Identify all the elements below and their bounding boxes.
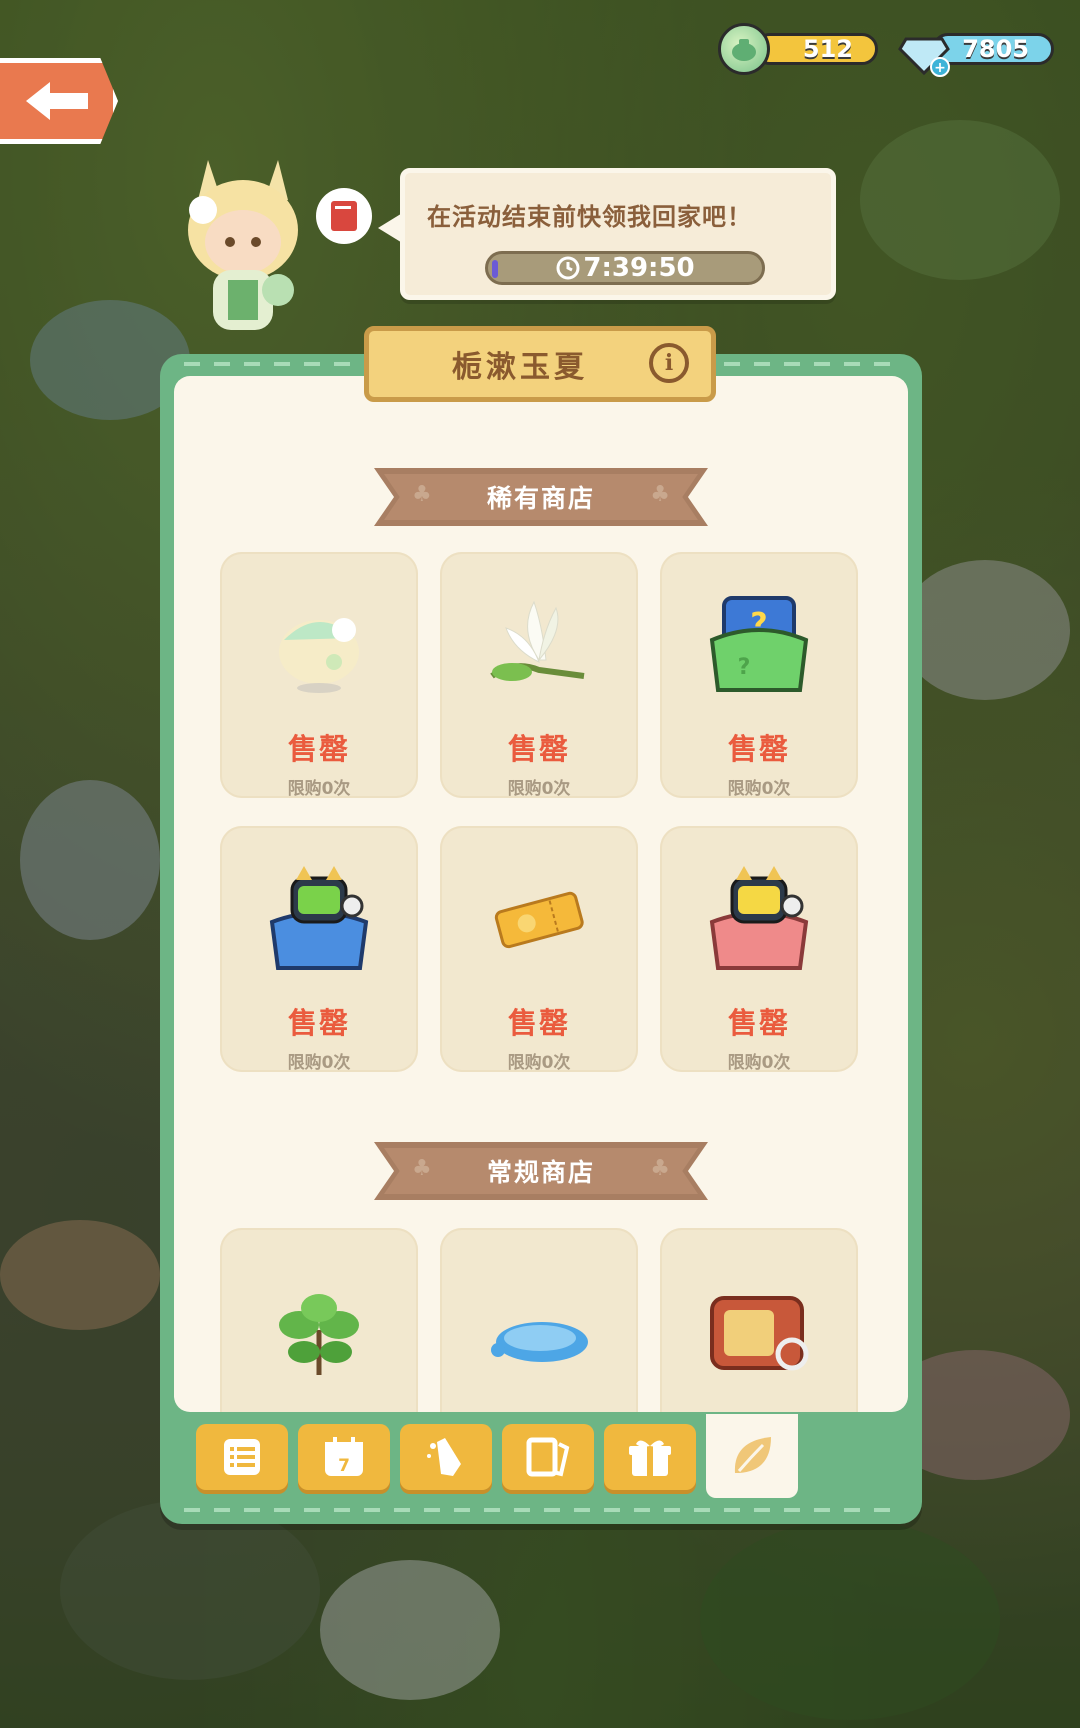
rare-shop-grid: 售罄 限购0次 售罄 限购0次 ? ? 售罄 限购0次 售罄 限购0次 售罄 限… (220, 552, 858, 1073)
tab-list[interactable] (196, 1424, 288, 1490)
gold-ticket-icon (494, 891, 584, 949)
regular-shop-banner: ♣ 常规商店 ♣ (374, 1142, 708, 1200)
book-icon[interactable] (316, 188, 372, 244)
purchase-limit: 限购0次 (287, 1053, 351, 1073)
tab-interact[interactable] (400, 1424, 492, 1490)
regular-shop-title: 常规商店 (486, 1158, 595, 1187)
shop-item-card[interactable]: 售罄 限购0次 (220, 826, 418, 1073)
hand-pointer-icon (427, 1438, 461, 1476)
list-icon (224, 1439, 260, 1475)
sold-out-label: 售罄 (287, 732, 350, 766)
robot-cat-bag-red-icon (709, 866, 809, 970)
shop-item-card[interactable]: 售罄 限购0次 (440, 826, 638, 1073)
back-arrow-icon (25, 82, 88, 120)
coin-counter[interactable]: 512 (718, 23, 880, 75)
event-shop-panel: ♣ 稀有商店 ♣ 售罄 限购0次 售罄 限购0次 ? ? 售罄 限购0次 售罄 … (160, 354, 922, 1524)
gift-box-icon (629, 1440, 671, 1476)
coin-amount: 512 (754, 33, 878, 65)
photo-frame-icon (526, 1437, 570, 1477)
mystery-bag-icon: ? ? (709, 596, 809, 692)
robot-cat-bag-blue-icon (269, 866, 369, 970)
regular-shop-grid (220, 1228, 858, 1412)
gardenia-flower-icon (490, 600, 585, 681)
rare-shop-banner: ♣ 稀有商店 ♣ (374, 468, 708, 526)
shop-scroll-area[interactable]: ♣ 稀有商店 ♣ 售罄 限购0次 售罄 限购0次 ? ? 售罄 限购0次 售罄 … (174, 376, 908, 1412)
gem-counter[interactable]: 7805 + (896, 28, 1056, 77)
shop-item-card[interactable]: 售罄 限购0次 (660, 826, 858, 1073)
sold-out-label: 售罄 (287, 1006, 350, 1040)
character-avatar (168, 150, 318, 350)
shop-tab-bar: 7 (196, 1414, 798, 1498)
calendar-badge: 7 (338, 1456, 350, 1476)
rare-shop-title: 稀有商店 (486, 484, 595, 513)
tab-leaf[interactable] (706, 1414, 798, 1498)
shop-item-card[interactable]: ? ? 售罄 限购0次 (660, 552, 858, 799)
radio-box-icon (710, 1296, 809, 1371)
svg-text:?: ? (738, 655, 751, 680)
tab-frames[interactable] (502, 1424, 594, 1490)
tab-calendar[interactable]: 7 (298, 1424, 390, 1490)
shop-item-card[interactable] (440, 1228, 638, 1412)
back-button[interactable] (0, 58, 118, 144)
timer-text: 7:39:50 (583, 253, 695, 283)
diamond-gem-icon: + (896, 23, 950, 77)
purchase-limit: 限购0次 (287, 779, 351, 799)
svg-text:+: + (934, 60, 946, 76)
leafy-plant-icon (279, 1294, 359, 1375)
panel-title-plate: 栀漱玉夏 i (364, 326, 716, 402)
purchase-limit: 限购0次 (727, 779, 791, 799)
sold-out-label: 售罄 (507, 732, 570, 766)
purchase-limit: 限购0次 (507, 1053, 571, 1073)
purchase-limit: 限购0次 (727, 1053, 791, 1073)
sold-out-label: 售罄 (727, 732, 790, 766)
panel-title: 栀漱玉夏 (452, 350, 588, 385)
shop-item-card[interactable] (660, 1228, 858, 1412)
event-timer: 7:39:50 (485, 251, 765, 285)
tab-gifts[interactable] (604, 1424, 696, 1490)
shop-item-card[interactable] (220, 1228, 418, 1412)
shop-item-card[interactable]: 售罄 限购0次 (220, 552, 418, 799)
purchase-limit: 限购0次 (507, 779, 571, 799)
speech-bubble: 在活动结束前快领我回家吧！ 7:39:50 (400, 168, 836, 300)
calendar-icon: 7 (325, 1437, 363, 1476)
sold-out-label: 售罄 (507, 1006, 570, 1040)
info-icon[interactable]: i (649, 343, 689, 383)
flower-bun-icon (279, 618, 359, 693)
teapot-coin-icon (718, 23, 770, 75)
clock-icon (556, 256, 580, 280)
leaf-icon (734, 1437, 771, 1473)
shop-item-card[interactable]: 售罄 限购0次 (440, 552, 638, 799)
water-puddle-icon (491, 1322, 588, 1362)
bubble-message: 在活动结束前快领我回家吧！ (427, 203, 752, 231)
sold-out-label: 售罄 (727, 1006, 790, 1040)
